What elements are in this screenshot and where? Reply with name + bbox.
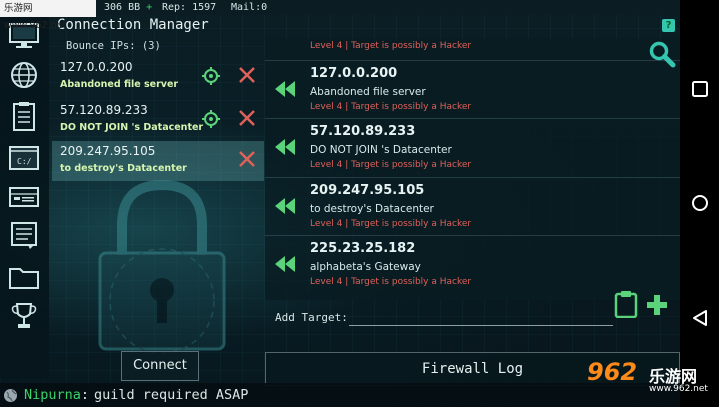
rewind-arrow-icon[interactable]: [273, 79, 297, 99]
document-icon[interactable]: [8, 220, 40, 250]
money-value: 306 BB: [104, 2, 141, 13]
host-ip: 209.247.95.105: [310, 183, 425, 198]
bounce-name: Abandoned file server: [60, 79, 179, 90]
host-row[interactable]: 225.23.25.182 alphabeta's Gateway Level …: [265, 235, 680, 293]
page-title: Connection Manager: [57, 17, 209, 33]
remove-icon[interactable]: [238, 66, 256, 84]
home-icon[interactable]: [691, 194, 709, 212]
bounce-ip: 127.0.0.200: [60, 60, 133, 74]
crosshair-icon[interactable]: [202, 110, 220, 128]
android-nav-bar: [680, 0, 719, 407]
host-row[interactable]: 127.0.0.200 Abandoned file server Level …: [265, 60, 680, 118]
globe-icon: [3, 387, 18, 402]
rewind-arrow-icon[interactable]: [273, 196, 297, 216]
rewind-arrow-icon[interactable]: [273, 137, 297, 157]
bounce-ips-label: Bounce IPs: (3): [66, 40, 161, 52]
host-warning: Level 4 | Target is possibly a Hacker: [310, 41, 472, 51]
add-target-input[interactable]: [349, 308, 613, 326]
connect-button[interactable]: Connect: [121, 351, 199, 381]
plus-icon[interactable]: [646, 294, 668, 316]
money-stat: 306 BB +: [104, 0, 152, 15]
status-bar: 306 BB + Rep: 1597 Mail:0: [0, 0, 680, 15]
host-ip: 57.120.89.233: [310, 124, 416, 139]
watermark-number: 962: [587, 358, 638, 386]
add-target-label: Add Target:: [275, 311, 348, 324]
sidebar: C:/: [0, 15, 49, 379]
clipboard-icon[interactable]: [614, 290, 638, 319]
crosshair-icon[interactable]: [202, 67, 220, 85]
rep-stat: Rep: 1597: [162, 2, 217, 13]
rewind-arrow-icon[interactable]: [273, 254, 297, 274]
bounce-item[interactable]: 57.120.89.233 DO NOT JOIN 's Datacenter: [52, 100, 264, 140]
help-icon[interactable]: ?: [662, 19, 675, 32]
host-row[interactable]: 57.120.89.233 DO NOT JOIN 's Datacenter …: [265, 118, 680, 176]
folder-icon[interactable]: [8, 262, 40, 292]
clipboard-list-icon[interactable]: [8, 101, 40, 131]
host-name: alphabeta's Gateway: [310, 261, 421, 273]
bounce-ip: 57.120.89.233: [60, 103, 148, 117]
globe-icon[interactable]: [8, 60, 40, 90]
chat-bar[interactable]: Nipurna: guild required ASAP: [0, 383, 680, 407]
recents-icon[interactable]: [691, 80, 709, 98]
host-warning: Level 4 | Target is possibly a Hacker: [310, 277, 472, 287]
host-row[interactable]: 209.247.95.105 to destroy's Datacenter L…: [265, 177, 680, 235]
bounce-name: to destroy's Datacenter: [60, 163, 187, 174]
host-ip: 225.23.25.182: [310, 241, 416, 256]
server-icon[interactable]: [8, 182, 40, 212]
money-plus: +: [146, 2, 153, 13]
padlock-icon: [62, 175, 262, 355]
watermark-url: www.962.net: [649, 384, 708, 394]
remove-icon[interactable]: [238, 150, 256, 168]
host-ip: 127.0.0.200: [310, 66, 398, 81]
host-warning: Level 4 | Target is possibly a Hacker: [310, 102, 472, 112]
remove-icon[interactable]: [238, 109, 256, 127]
host-name: to destroy's Datacenter: [310, 203, 434, 215]
bounce-ip: 209.247.95.105: [60, 144, 156, 158]
bounce-item[interactable]: 127.0.0.200 Abandoned file server: [52, 57, 264, 97]
host-name: DO NOT JOIN 's Datacenter: [310, 144, 452, 156]
trophy-icon[interactable]: [8, 301, 40, 331]
chat-message: guild required ASAP: [94, 387, 249, 403]
watermark-logo: 962 乐游网 www.962.net: [583, 356, 713, 402]
host-warning: Level 4 | Target is possibly a Hacker: [310, 160, 472, 170]
chat-username[interactable]: Nipurna:: [24, 383, 89, 407]
svg-text:C:/: C:/: [17, 157, 32, 166]
host-warning: Level 4 | Target is possibly a Hacker: [310, 219, 472, 229]
mail-stat[interactable]: Mail:0: [231, 0, 267, 15]
terminal-icon[interactable]: C:/: [8, 143, 40, 173]
back-icon[interactable]: [691, 309, 709, 327]
bounce-name: DO NOT JOIN 's Datacenter: [60, 122, 204, 133]
host-name: Abandoned file server: [310, 86, 426, 98]
watermark-top: 乐游网 www.962.net: [0, 0, 96, 31]
